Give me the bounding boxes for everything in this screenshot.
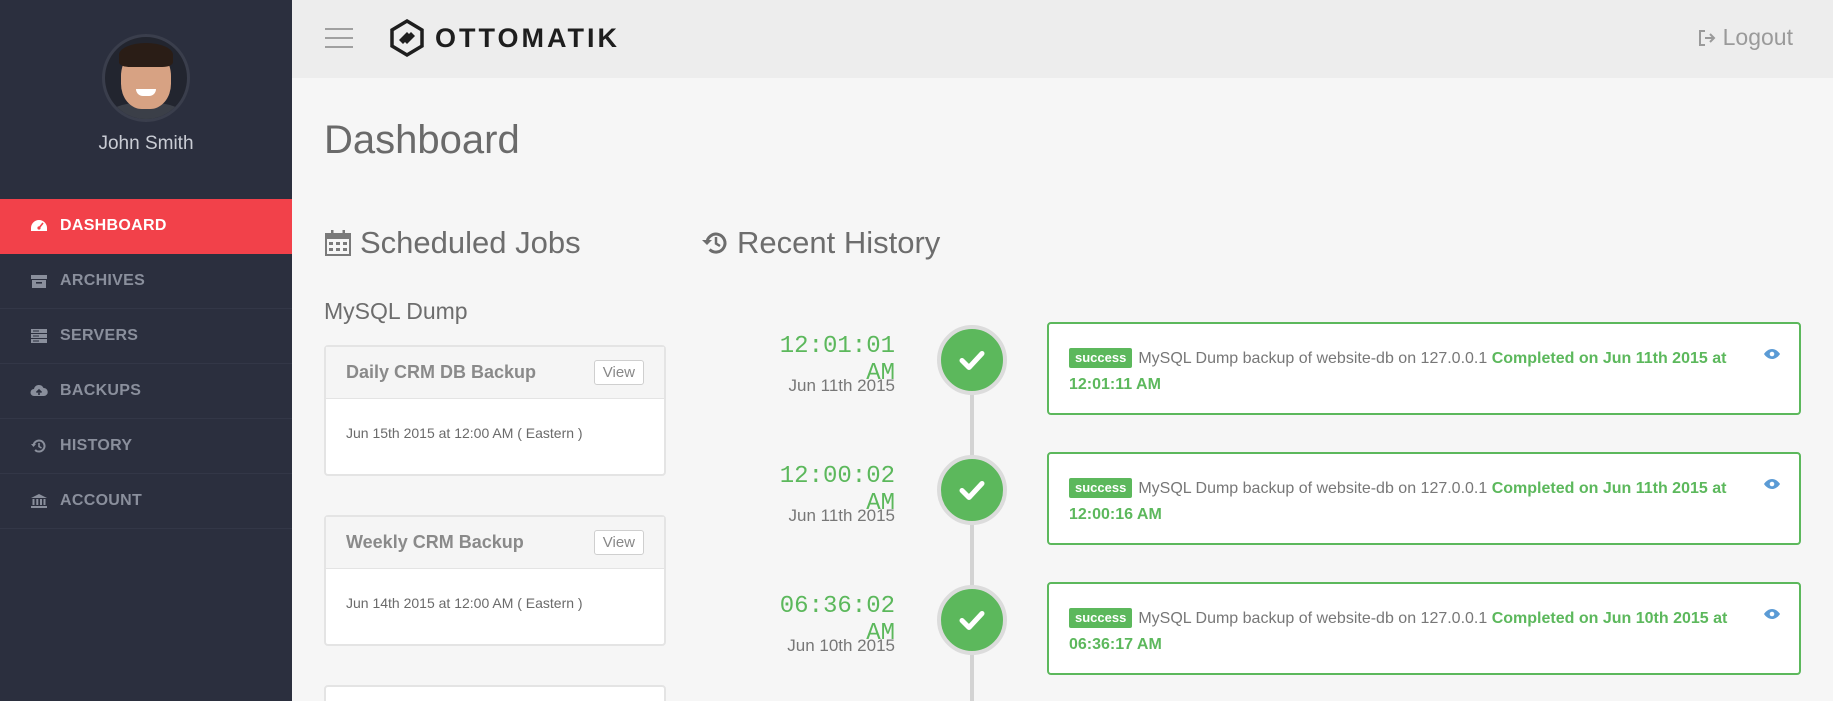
status-badge: success xyxy=(1069,608,1133,628)
sidebar-item-archives[interactable]: ARCHIVES xyxy=(0,254,292,309)
sign-out-icon xyxy=(1698,29,1716,46)
sidebar: John Smith DASHBOARD ARCHIVES SERVERS BA… xyxy=(0,0,292,701)
top-bar: OTTOMATIK Logout xyxy=(292,0,1833,78)
success-check-icon xyxy=(937,455,1007,525)
server-icon xyxy=(30,328,48,344)
logout-button[interactable]: Logout xyxy=(1697,24,1793,51)
job-card-header: Daily CRM DB Backup View xyxy=(326,347,664,399)
job-schedule: Jun 14th 2015 at 12:00 AM ( Eastern ) xyxy=(346,595,583,611)
archive-icon xyxy=(30,273,48,289)
page-title: Dashboard xyxy=(324,118,520,162)
success-check-icon xyxy=(937,325,1007,395)
sidebar-item-label: ARCHIVES xyxy=(60,272,146,289)
history-entry[interactable]: success MySQL Dump backup of website-db o… xyxy=(1047,582,1801,675)
sidebar-nav: DASHBOARD ARCHIVES SERVERS BACKUPS HISTO… xyxy=(0,199,292,529)
view-job-button[interactable]: View xyxy=(593,360,644,385)
status-badge: success xyxy=(1069,348,1133,368)
section-title-label: Recent History xyxy=(737,225,941,260)
view-job-button[interactable]: View xyxy=(593,530,644,555)
calendar-icon xyxy=(325,230,351,256)
dashboard-icon xyxy=(30,218,48,234)
eye-icon[interactable] xyxy=(1763,608,1781,620)
brand-logo[interactable]: OTTOMATIK xyxy=(387,18,620,58)
hamburger-menu-icon[interactable] xyxy=(325,28,353,48)
sidebar-item-dashboard[interactable]: DASHBOARD xyxy=(0,199,292,254)
history-message: MySQL Dump backup of website-db on 127.0… xyxy=(1138,480,1488,497)
job-group-title: MySQL Dump xyxy=(324,298,468,324)
success-check-icon xyxy=(937,585,1007,655)
scheduled-jobs-heading: Scheduled Jobs xyxy=(324,225,581,261)
history-date: Jun 11th 2015 xyxy=(788,376,896,395)
job-card-header: Weekly CRM Backup View xyxy=(326,517,664,569)
job-name: Daily CRM DB Backup xyxy=(346,362,537,382)
logout-label: Logout xyxy=(1722,24,1793,50)
recent-history-heading: Recent History xyxy=(701,225,940,261)
history-icon xyxy=(30,438,48,454)
eye-icon[interactable] xyxy=(1763,478,1781,490)
sidebar-item-label: BACKUPS xyxy=(60,382,142,399)
sidebar-item-backups[interactable]: BACKUPS xyxy=(0,364,292,419)
avatar[interactable] xyxy=(102,34,190,122)
job-card: Weekly CRM Backup View Jun 14th 2015 at … xyxy=(324,515,666,646)
sidebar-item-history[interactable]: HISTORY xyxy=(0,419,292,474)
ottomatik-logo-icon xyxy=(390,18,424,58)
sidebar-item-label: DASHBOARD xyxy=(60,217,167,234)
history-entry[interactable]: success MySQL Dump backup of website-db o… xyxy=(1047,452,1801,545)
status-badge: success xyxy=(1069,478,1133,498)
history-icon xyxy=(702,232,727,254)
sidebar-item-servers[interactable]: SERVERS xyxy=(0,309,292,364)
history-entry[interactable]: success MySQL Dump backup of website-db o… xyxy=(1047,322,1801,415)
sidebar-item-label: SERVERS xyxy=(60,327,139,344)
bank-icon xyxy=(30,493,48,509)
job-card xyxy=(324,685,666,701)
eye-icon[interactable] xyxy=(1763,348,1781,360)
brand-name: OTTOMATIK xyxy=(435,22,620,53)
history-date: Jun 10th 2015 xyxy=(787,636,895,655)
sidebar-item-label: ACCOUNT xyxy=(60,492,143,509)
history-message: MySQL Dump backup of website-db on 127.0… xyxy=(1138,610,1488,627)
cloud-upload-icon xyxy=(30,383,48,399)
job-card: Daily CRM DB Backup View Jun 15th 2015 a… xyxy=(324,345,666,476)
user-name: John Smith xyxy=(98,133,194,154)
job-name: Weekly CRM Backup xyxy=(346,532,524,552)
history-message: MySQL Dump backup of website-db on 127.0… xyxy=(1138,350,1488,367)
job-schedule: Jun 15th 2015 at 12:00 AM ( Eastern ) xyxy=(346,425,583,441)
history-date: Jun 11th 2015 xyxy=(788,506,896,525)
sidebar-item-account[interactable]: ACCOUNT xyxy=(0,474,292,529)
section-title-label: Scheduled Jobs xyxy=(360,225,581,260)
sidebar-item-label: HISTORY xyxy=(60,437,133,454)
